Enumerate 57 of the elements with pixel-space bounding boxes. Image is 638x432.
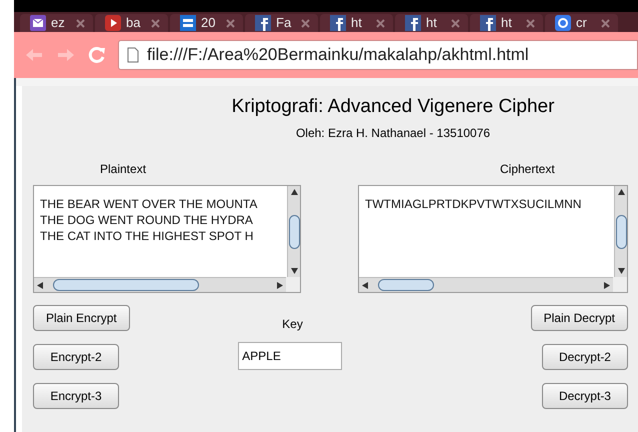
action-button[interactable]: Plain Encrypt <box>33 305 130 331</box>
text-area[interactable]: THE BEAR WENT OVER THE MOUNTA THE DOG WENT ROUND THE HYDRA THE CAT INTO THE HIGHEST SPOT H <box>34 186 287 277</box>
ciphertext-label: Ciphertext <box>500 162 556 176</box>
action-button[interactable]: Plain Decrypt <box>530 305 628 331</box>
action-button[interactable]: Encrypt-2 <box>33 344 119 370</box>
action-button[interactable]: Decrypt-3 <box>542 383 628 409</box>
close-icon[interactable] <box>601 18 610 28</box>
browser-tab[interactable]: ht <box>320 14 393 32</box>
app-subtitle: Oleh: Ezra H. Nathanael - 13510076 <box>296 125 490 142</box>
page-icon <box>127 47 139 63</box>
app-title: Kriptografi: Advanced Vigenere Cipher <box>232 95 554 119</box>
browser-tab[interactable]: ez <box>20 14 93 32</box>
browser-tab[interactable]: ht <box>395 14 468 32</box>
scroll-down-icon[interactable] <box>290 268 298 274</box>
browser-tab[interactable]: Fa <box>245 14 318 32</box>
scroll-up-icon[interactable] <box>618 189 624 195</box>
action-button[interactable]: Decrypt-2 <box>542 344 628 370</box>
play-icon <box>105 15 121 31</box>
address-field[interactable]: file:///F:/Area%20Bermainku/makalahp/akhtml.html <box>118 40 638 70</box>
close-icon[interactable] <box>226 18 235 28</box>
browser-tab[interactable]: cr <box>545 14 618 32</box>
reload-icon[interactable] <box>88 46 106 64</box>
close-icon[interactable] <box>451 18 460 28</box>
action-button[interactable]: Encrypt-3 <box>33 383 119 409</box>
key-label: Key <box>282 316 303 333</box>
browser-tab[interactable]: ba <box>95 14 168 32</box>
scroll-right-icon[interactable] <box>604 282 610 288</box>
text-line: TWTMIAGLPRTDKPVTWTXSUCILMNN <box>365 196 582 212</box>
close-icon[interactable] <box>301 18 310 28</box>
address-text: file:///F:/Area%20Bermainku/makalahp/akhtml.html <box>147 44 529 66</box>
text-line: THE BEAR WENT OVER THE MOUNTA <box>40 196 258 212</box>
scroll-up-icon[interactable] <box>290 189 298 195</box>
text-line: THE DOG WENT ROUND THE HYDRA <box>40 212 254 228</box>
social-icon <box>405 15 421 31</box>
horizontal-scrollbar[interactable] <box>359 277 613 292</box>
close-icon[interactable] <box>526 18 535 28</box>
social-icon <box>480 15 496 31</box>
scroll-right-icon[interactable] <box>277 282 283 288</box>
social-icon <box>255 15 271 31</box>
social-icon <box>330 15 346 31</box>
vertical-scrollbar[interactable] <box>287 186 300 277</box>
envelope-icon <box>30 15 46 31</box>
stripes-icon <box>180 15 196 31</box>
close-icon[interactable] <box>376 18 385 28</box>
vertical-scrollbar[interactable] <box>614 186 627 277</box>
browser-tab[interactable]: 20 <box>170 14 243 32</box>
horizontal-scrollbar[interactable] <box>34 277 286 292</box>
plaintext-label: Plaintext <box>100 162 148 176</box>
close-icon[interactable] <box>151 18 160 28</box>
close-icon[interactable] <box>76 18 85 28</box>
text-line: THE CAT INTO THE HIGHEST SPOT H <box>40 228 254 244</box>
scroll-down-icon[interactable] <box>618 268 624 274</box>
browser-tab[interactable]: ht <box>470 14 543 32</box>
scroll-left-icon[interactable] <box>362 282 368 288</box>
scroll-left-icon[interactable] <box>37 282 43 288</box>
text-area[interactable]: TWTMIAGLPRTDKPVTWTXSUCILMNN <box>359 186 614 277</box>
key-field[interactable]: APPLE <box>238 342 342 370</box>
